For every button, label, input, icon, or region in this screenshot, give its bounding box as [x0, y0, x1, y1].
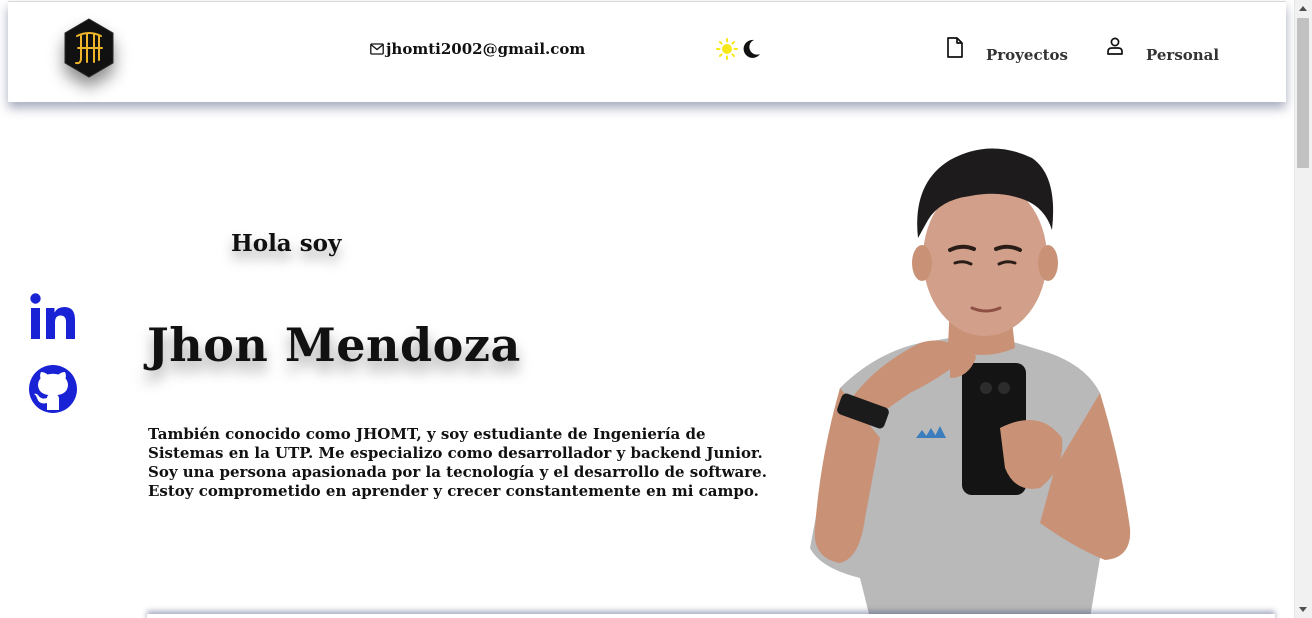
scroll-thumb[interactable] [1297, 18, 1309, 168]
document-icon [947, 37, 963, 58]
nav-projects[interactable]: Proyectos [946, 37, 1068, 64]
moon-icon[interactable] [740, 38, 762, 60]
nav-projects-label: Proyectos [986, 46, 1068, 64]
section-card-edge [147, 614, 1275, 618]
theme-toggle[interactable] [716, 38, 762, 60]
user-icon [1107, 37, 1123, 55]
contact-email[interactable]: jhomti2002@gmail.com [370, 40, 585, 58]
email-text: jhomti2002@gmail.com [386, 40, 586, 58]
page-viewport: jhomti2002@gmail.com Proyectos Personal … [0, 0, 1312, 618]
scroll-up-icon[interactable] [1299, 6, 1307, 11]
hero-bio: También conocido como JHOMT, y soy estud… [148, 425, 767, 500]
nav-personal[interactable]: Personal [1106, 37, 1219, 64]
social-links [28, 292, 78, 418]
linkedin-icon [30, 293, 75, 339]
hero-name: Jhon Mendoza [147, 318, 521, 372]
sun-icon[interactable] [716, 38, 738, 60]
hero-greeting: Hola soy [231, 230, 342, 257]
site-header: jhomti2002@gmail.com Proyectos Personal [8, 1, 1286, 102]
page-scrollbar[interactable] [1294, 0, 1312, 618]
logo-hexagon-icon [64, 18, 114, 78]
nav-personal-label: Personal [1146, 46, 1220, 64]
site-logo[interactable] [63, 18, 115, 78]
profile-photo [810, 148, 1131, 618]
scroll-down-icon[interactable] [1299, 607, 1307, 612]
github-link[interactable] [28, 364, 78, 418]
github-icon [29, 365, 77, 413]
linkedin-link[interactable] [28, 292, 78, 346]
mail-icon [370, 43, 384, 55]
